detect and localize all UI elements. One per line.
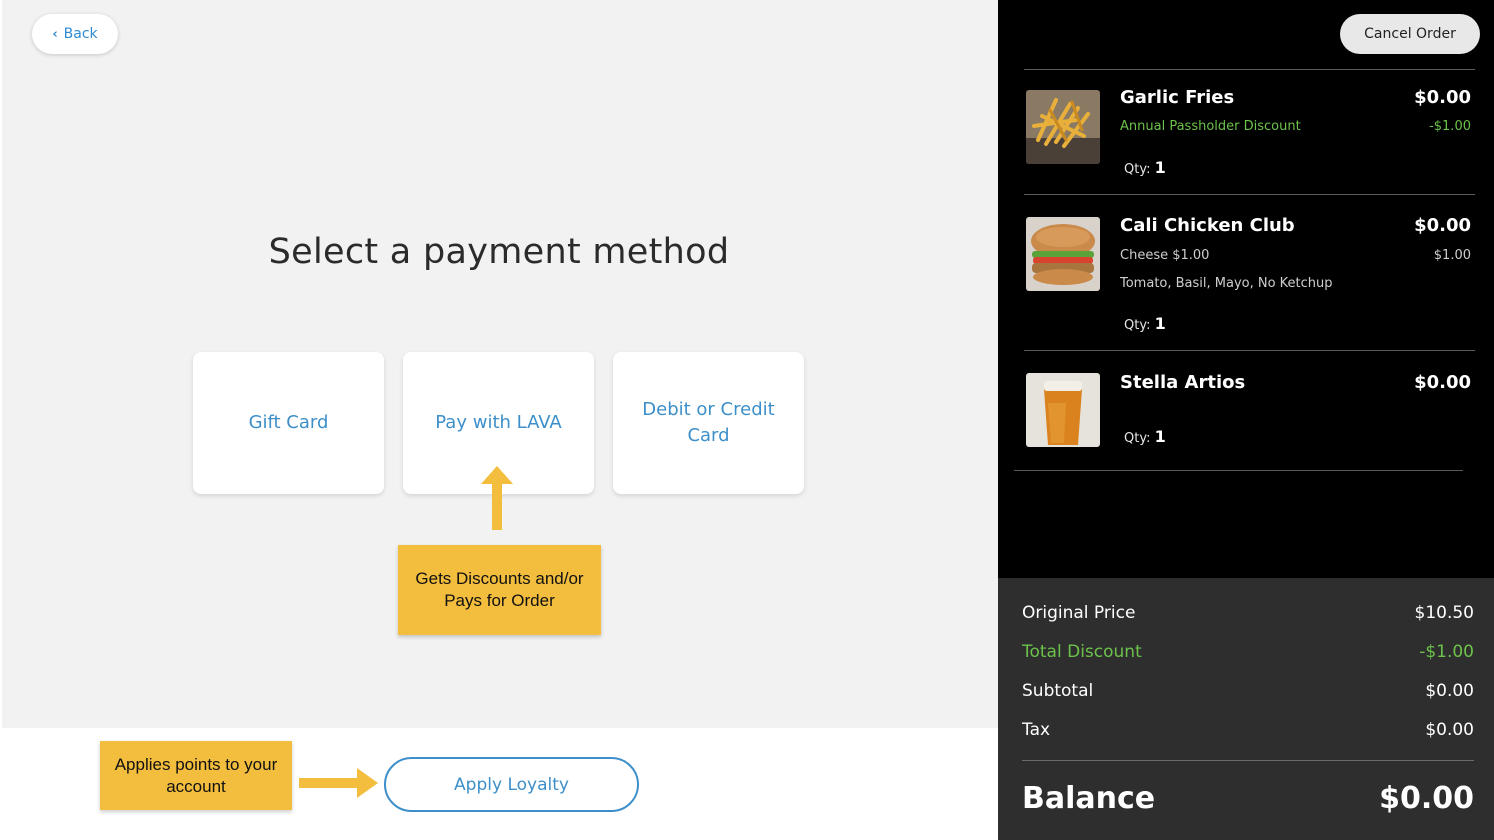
item-name: Garlic Fries bbox=[1120, 87, 1235, 108]
debit-credit-card-button[interactable]: Debit or Credit Card bbox=[613, 352, 804, 494]
balance-label: Balance bbox=[1022, 781, 1156, 816]
lava-annotation-text: Gets Discounts and/or Pays for Order bbox=[415, 569, 584, 610]
tax-value: $0.00 bbox=[1425, 720, 1474, 740]
item-price: $0.00 bbox=[1414, 87, 1471, 108]
item-qty: Qty: 1 bbox=[1124, 158, 1166, 177]
original-price-value: $10.50 bbox=[1414, 603, 1474, 623]
subtotal-row: Subtotal $0.00 bbox=[1022, 681, 1474, 701]
qty-label: Qty: bbox=[1124, 431, 1151, 446]
divider bbox=[1024, 350, 1475, 351]
cancel-order-button[interactable]: Cancel Order bbox=[1340, 14, 1480, 54]
arrow-up-icon bbox=[481, 466, 513, 530]
back-button[interactable]: ‹ Back bbox=[32, 14, 118, 54]
total-discount-row: Total Discount -$1.00 bbox=[1022, 642, 1474, 662]
divider bbox=[1022, 760, 1474, 761]
total-discount-value: -$1.00 bbox=[1419, 642, 1474, 662]
original-price-row: Original Price $10.50 bbox=[1022, 603, 1474, 623]
subtotal-label: Subtotal bbox=[1022, 681, 1094, 701]
order-summary: Original Price $10.50 Total Discount -$1… bbox=[998, 578, 1494, 840]
cancel-order-label: Cancel Order bbox=[1364, 26, 1456, 42]
tax-row: Tax $0.00 bbox=[1022, 720, 1474, 740]
tax-label: Tax bbox=[1022, 720, 1051, 740]
loyalty-annotation-text: Applies points to your account bbox=[114, 754, 278, 796]
lava-annotation-note: Gets Discounts and/or Pays for Order bbox=[398, 545, 601, 635]
subtotal-value: $0.00 bbox=[1425, 681, 1474, 701]
item-name: Stella Artios bbox=[1120, 372, 1246, 393]
chevron-left-icon: ‹ bbox=[52, 26, 58, 42]
item-price: $0.00 bbox=[1414, 215, 1471, 236]
total-discount-label: Total Discount bbox=[1022, 642, 1142, 662]
balance-row: Balance $0.00 bbox=[1022, 781, 1474, 816]
gift-card-label: Gift Card bbox=[248, 412, 329, 433]
beer-image bbox=[1026, 373, 1100, 447]
item-name: Cali Chicken Club bbox=[1120, 215, 1295, 236]
garlic-fries-image bbox=[1026, 90, 1100, 164]
debit-credit-card-label: Debit or Credit Card bbox=[642, 399, 775, 446]
qty-value: 1 bbox=[1154, 427, 1166, 446]
order-panel: Cancel Order Garlic Fries $0.00 Annual P… bbox=[998, 0, 1494, 840]
discount-label: Annual Passholder Discount bbox=[1120, 119, 1301, 134]
loyalty-annotation-note: Applies points to your account bbox=[100, 741, 292, 810]
divider bbox=[1024, 194, 1475, 195]
modifier-amount: $1.00 bbox=[1433, 248, 1471, 263]
qty-value: 1 bbox=[1154, 314, 1166, 333]
item-price: $0.00 bbox=[1414, 372, 1471, 393]
page-title: Select a payment method bbox=[268, 232, 730, 272]
qty-label: Qty: bbox=[1124, 162, 1151, 177]
balance-value: $0.00 bbox=[1379, 781, 1474, 816]
divider bbox=[1014, 470, 1463, 471]
chicken-club-image bbox=[1026, 217, 1100, 291]
item-qty: Qty: 1 bbox=[1124, 314, 1166, 333]
modifier-label: Cheese $1.00 bbox=[1120, 248, 1210, 263]
apply-loyalty-label: Apply Loyalty bbox=[454, 774, 569, 795]
discount-amount: -$1.00 bbox=[1429, 119, 1471, 134]
modifier-label: Tomato, Basil, Mayo, No Ketchup bbox=[1120, 276, 1333, 291]
item-qty: Qty: 1 bbox=[1124, 427, 1166, 446]
back-label: Back bbox=[63, 26, 98, 42]
apply-loyalty-button[interactable]: Apply Loyalty bbox=[384, 757, 639, 812]
gift-card-button[interactable]: Gift Card bbox=[193, 352, 384, 494]
payment-panel: ‹ Back Select a payment method Gift Card… bbox=[0, 0, 998, 840]
qty-label: Qty: bbox=[1124, 318, 1151, 333]
qty-value: 1 bbox=[1154, 158, 1166, 177]
divider bbox=[1024, 69, 1475, 70]
arrow-right-icon bbox=[299, 768, 378, 798]
original-price-label: Original Price bbox=[1022, 603, 1136, 623]
pay-with-lava-label: Pay with LAVA bbox=[435, 412, 562, 433]
